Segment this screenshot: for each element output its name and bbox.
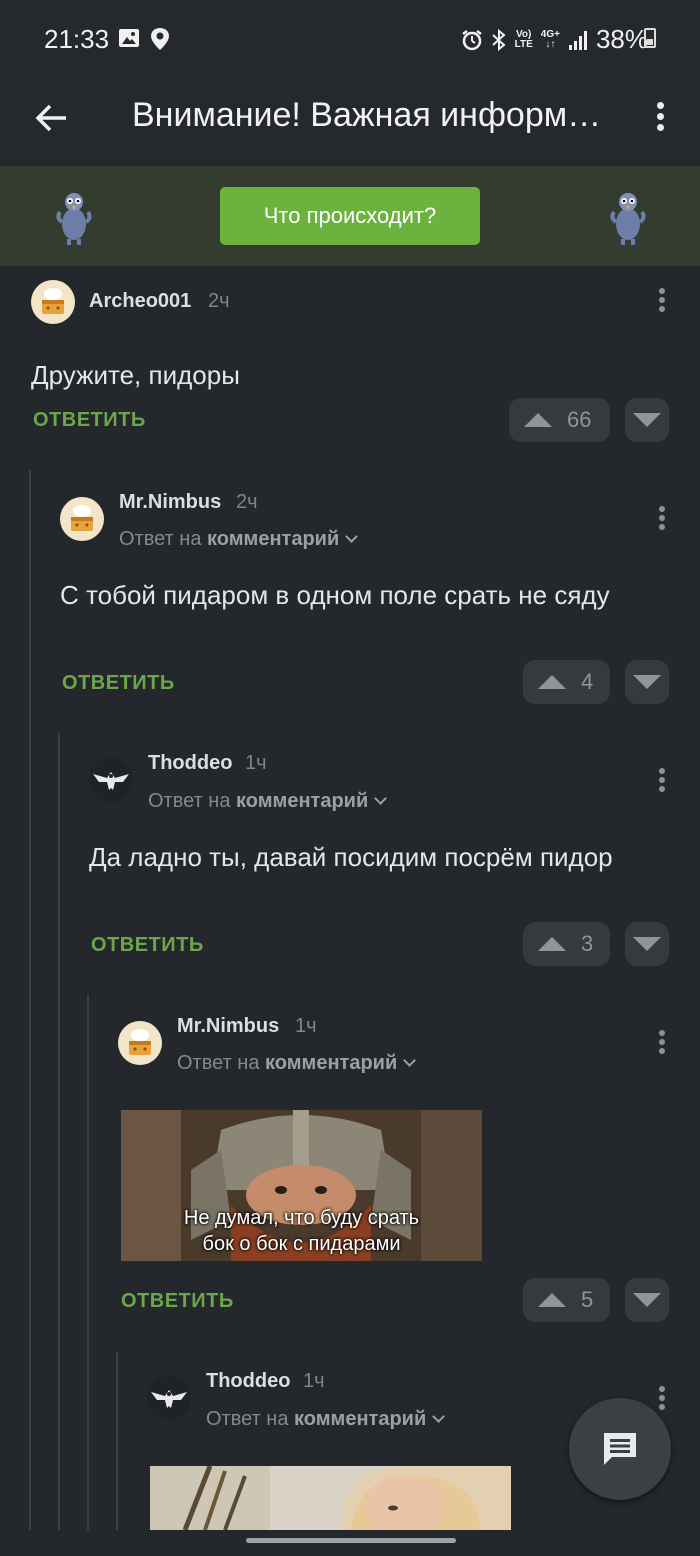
triangle-up-icon [538,1293,566,1307]
status-left-icons [118,27,170,51]
thread-line [29,470,31,1530]
triangle-down-icon [633,937,661,951]
reply-button[interactable]: ОТВЕТИТЬ [62,672,175,695]
comment-time: 2ч [236,491,258,513]
thread-line [58,733,60,1530]
author-name[interactable]: Mr.Nimbus [119,491,221,514]
author-name[interactable]: Mr.Nimbus [177,1015,279,1038]
triangle-up-icon [538,675,566,689]
reply-to-link[interactable]: Ответ на комментарий [177,1052,417,1075]
arrow-left-icon [35,104,66,132]
what-happens-button[interactable]: Что происходит? [220,187,480,245]
triangle-up-icon [538,937,566,951]
comment-time: 1ч [295,1015,317,1037]
comment-image[interactable]: Не думал, что буду срать бок о бок с пид… [121,1110,482,1261]
status-right-icons: Vo) LTE 4G+ ↓↑ 38% [461,24,648,55]
avatar[interactable] [118,1021,162,1065]
comment-text: Да ладно ты, давай посидим посрём пидор [89,842,613,872]
status-time: 21:33 [44,24,110,54]
reply-button[interactable]: ОТВЕТИТЬ [121,1290,234,1313]
avatar[interactable] [89,758,133,802]
food-avatar-icon [129,1029,151,1055]
alarm-icon [461,29,482,50]
vote-count: 66 [567,407,592,432]
thread-line [87,995,89,1530]
comment-time: 1ч [303,1370,325,1392]
comment-time: 2ч [208,290,230,312]
location-icon [151,28,169,50]
author-name[interactable]: Thoddeo [206,1370,290,1393]
elf-meme-illustration [150,1466,511,1530]
chevron-down-icon [403,1054,417,1067]
image-caption: Не думал, что буду срать бок о бок с пид… [183,1207,420,1255]
vote-count: 3 [581,931,594,956]
network-type-indicator: 4G+ ↓↑ [540,28,560,50]
avatar[interactable] [31,280,75,324]
eagle-avatar-icon [93,772,129,790]
avatar[interactable] [147,1376,191,1420]
more-menu-button[interactable] [650,98,670,138]
eagle-avatar-icon [151,1390,187,1408]
back-button[interactable] [30,96,74,140]
info-banner: Что происходит? [0,166,700,266]
page-title: Внимание! Важная информация [132,96,602,134]
downvote-button[interactable] [625,660,669,704]
gallery-icon [119,29,139,47]
comment-menu-button[interactable] [655,1027,669,1061]
bird-mascot-icon [610,193,646,245]
chevron-down-icon [374,792,388,805]
comment-menu-button[interactable] [655,1383,669,1417]
author-name[interactable]: Thoddeo [148,752,232,775]
chevron-down-icon [432,1410,446,1423]
chevron-down-icon [345,530,359,543]
upvote-button[interactable]: 5 [523,1278,610,1322]
reply-to-link[interactable]: Ответ на комментарий [148,790,388,813]
comment-menu-button[interactable] [655,285,669,319]
app-bar: Внимание! Важная информация [0,78,700,166]
vote-count: 4 [581,669,594,694]
reply-button[interactable]: ОТВЕТИТЬ [33,409,146,432]
reply-button[interactable]: ОТВЕТИТЬ [91,934,204,957]
reply-to-link[interactable]: Ответ на комментарий [119,528,359,551]
message-icon [604,1433,636,1465]
downvote-button[interactable] [625,1278,669,1322]
status-bar: 21:33 Vo) LTE 4G+ ↓↑ 38% [0,0,700,78]
bird-mascot-icon [56,193,92,245]
triangle-down-icon [633,675,661,689]
vote-count: 5 [581,1287,594,1312]
food-avatar-icon [71,505,93,531]
signal-icon [568,30,587,50]
comment-fab-button[interactable] [569,1398,671,1500]
battery-percent: 38% [595,24,648,54]
comment-time: 1ч [245,752,267,774]
food-avatar-icon [42,288,64,314]
comment-text: Дружите, пидоры [31,360,240,390]
volte-indicator: Vo) LTE [514,28,533,50]
comment-image[interactable] [150,1466,511,1530]
upvote-button[interactable]: 4 [523,660,610,704]
bluetooth-icon [491,28,506,51]
downvote-button[interactable] [625,398,669,442]
reply-to-link[interactable]: Ответ на комментарий [206,1408,446,1431]
triangle-down-icon [633,1293,661,1307]
upvote-button[interactable]: 66 [509,398,610,442]
thread-line [116,1352,118,1530]
gesture-navigation-bar[interactable] [246,1538,456,1543]
upvote-button[interactable]: 3 [523,922,610,966]
battery-icon [644,28,656,48]
triangle-down-icon [633,413,661,427]
comment-text: С тобой пидаром в одном поле срать не ся… [60,580,610,610]
comment-menu-button[interactable] [655,503,669,537]
triangle-up-icon [524,413,552,427]
avatar[interactable] [60,497,104,541]
downvote-button[interactable] [625,922,669,966]
author-name[interactable]: Archeo001 [89,290,191,313]
comment-menu-button[interactable] [655,765,669,799]
